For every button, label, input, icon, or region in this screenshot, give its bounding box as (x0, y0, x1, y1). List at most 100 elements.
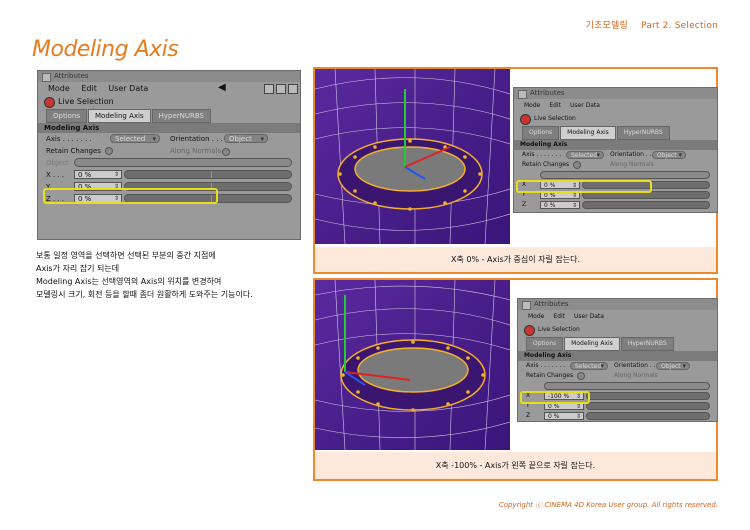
x-input[interactable]: 0 % (74, 170, 122, 179)
x-label: X . . . (46, 171, 65, 179)
retain-checkbox[interactable] (577, 371, 586, 380)
caption-top: X축 0% - Axis가 중심이 자릴 잡는다. (315, 247, 716, 272)
retain-label: Retain Changes (522, 161, 570, 168)
tab-modeling-axis[interactable]: Modeling Axis (88, 109, 151, 123)
panel-menubar: Mode Edit User Data ◀ (38, 82, 300, 95)
menu-mode[interactable]: Mode (524, 102, 540, 109)
tab-options[interactable]: Options (526, 337, 564, 351)
tab-hypernurbs[interactable]: HyperNURBS (616, 126, 670, 140)
panel-title: Attributes (530, 89, 565, 97)
retain-checkbox[interactable] (104, 147, 113, 155)
grip-icon[interactable] (522, 301, 531, 310)
retain-checkbox[interactable] (573, 160, 582, 169)
object-field[interactable] (540, 171, 710, 179)
page-header: 기초모델링 Part 2. Selection (576, 18, 718, 31)
tab-bar: Options Modeling Axis HyperNURBS (518, 337, 717, 351)
tab-hypernurbs[interactable]: HyperNURBS (151, 109, 211, 123)
attributes-panel-small-bottom: Attributes Mode Edit User Data Live Select… (517, 298, 718, 422)
panel-title: Attributes (534, 300, 569, 308)
panel-title: Attributes (54, 72, 89, 80)
tab-options[interactable]: Options (522, 126, 560, 140)
tool-name: Live Selection (538, 326, 580, 333)
orientation-dropdown[interactable]: Object (656, 362, 690, 370)
x-highlight (43, 188, 218, 204)
orientation-dropdown[interactable]: Object (224, 134, 268, 144)
description: 보통 일정 영역을 선택하면 선택된 부분의 중간 지점에 Axis가 자리 잡… (36, 249, 306, 301)
orientation-label: Orientation . . . (610, 151, 656, 158)
retain-row: Retain Changes Along Normals (38, 145, 300, 157)
menu-edit[interactable]: Edit (549, 102, 561, 109)
object-row (514, 170, 717, 180)
tool-header: Live Selection (518, 323, 717, 337)
object-row: Object (38, 157, 300, 169)
along-normals-checkbox[interactable] (222, 148, 230, 156)
menu-user-data[interactable]: User Data (570, 102, 600, 109)
y-slider[interactable] (586, 402, 710, 410)
retain-label: Retain Changes (526, 372, 574, 379)
menu-edit[interactable]: Edit (81, 84, 97, 93)
x-slider[interactable] (124, 170, 292, 179)
tab-options[interactable]: Options (46, 109, 88, 123)
object-row (518, 381, 717, 391)
tool-name: Live Selection (534, 115, 576, 122)
z-row: Z 0 % (514, 200, 717, 210)
menu-mode[interactable]: Mode (528, 313, 544, 320)
live-selection-icon (44, 97, 55, 108)
section-header: Modeling Axis (514, 140, 717, 150)
grip-icon[interactable] (42, 73, 51, 82)
tool-header: Live Selection (38, 95, 300, 109)
description-line: 모델링시 크기, 회전 등을 할때 좀더 원활하게 도와주는 기능이다. (36, 290, 253, 299)
z-label: Z (522, 201, 527, 208)
menu-user-data[interactable]: User Data (574, 313, 604, 320)
axis-dropdown[interactable]: Selected (110, 134, 160, 144)
attributes-panel-small-top: Attributes Mode Edit User Data Live Select… (513, 87, 718, 213)
axis-row: Axis . . . . . . . Selected Orientation . … (514, 150, 717, 160)
retain-row: Retain Changes Along Normals (514, 160, 717, 170)
tab-modeling-axis[interactable]: Modeling Axis (560, 126, 616, 140)
link-icon[interactable] (276, 84, 286, 94)
x-slider[interactable] (586, 392, 710, 400)
grip-icon[interactable] (518, 90, 527, 99)
axis-label: Axis . . . . . . . (522, 151, 562, 158)
orientation-dropdown[interactable]: Object (652, 151, 686, 159)
tab-hypernurbs[interactable]: HyperNURBS (620, 337, 674, 351)
retain-row: Retain Changes Along Normals (518, 371, 717, 381)
menu-user-data[interactable]: User Data (108, 84, 148, 93)
retain-label: Retain Changes (46, 147, 101, 155)
panel-titlebar: Attributes (38, 71, 300, 82)
new-panel-icon[interactable] (288, 84, 298, 94)
z-row: Z 0 % (518, 411, 717, 421)
example-frame-top: Attributes Mode Edit User Data Live Select… (313, 67, 718, 274)
orientation-label: Orientation . . . (170, 135, 223, 143)
description-line: Axis가 자리 잡기 되는데 (36, 264, 120, 273)
tab-modeling-axis[interactable]: Modeling Axis (564, 337, 620, 351)
section-header: Modeling Axis (38, 123, 300, 133)
page-title: Modeling Axis (32, 37, 179, 62)
mesh-wireframe (315, 280, 510, 450)
object-label: Object (46, 159, 69, 167)
tab-bar: Options Modeling Axis HyperNURBS (38, 109, 300, 123)
axis-dropdown[interactable]: Selected (566, 151, 604, 159)
caption-bottom: X축 -100% - Axis가 왼쪽 끝으로 자릴 잡는다. (315, 452, 716, 479)
x-row: X . . . 0 % (38, 169, 300, 181)
menu-mode[interactable]: Mode (48, 84, 70, 93)
z-slider[interactable] (586, 412, 710, 420)
tab-bar: Options Modeling Axis HyperNURBS (514, 126, 717, 140)
along-normals-label: Along Normals (614, 372, 658, 379)
copyright-footer: Copyright ⓒ CINEMA 4D Korea User group. … (498, 501, 718, 509)
z-input[interactable]: 0 % (544, 412, 584, 420)
z-input[interactable]: 0 % (540, 201, 580, 209)
attributes-panel: Attributes Mode Edit User Data ◀ Live Se… (37, 70, 301, 240)
axis-label: Axis . . . . . . . (526, 362, 566, 369)
back-arrow-icon[interactable]: ◀ (218, 83, 226, 93)
part-label: Part 2. Selection (641, 21, 718, 31)
lock-icon[interactable] (264, 84, 274, 94)
z-slider[interactable] (582, 201, 710, 209)
menu-edit[interactable]: Edit (553, 313, 565, 320)
axis-label: Axis . . . . . . . (46, 135, 92, 143)
along-normals-label: Along Normals (610, 161, 654, 168)
object-field[interactable] (74, 158, 292, 167)
axis-dropdown[interactable]: Selected (570, 362, 608, 370)
object-field[interactable] (544, 382, 710, 390)
tool-name: Live Selection (58, 97, 114, 106)
